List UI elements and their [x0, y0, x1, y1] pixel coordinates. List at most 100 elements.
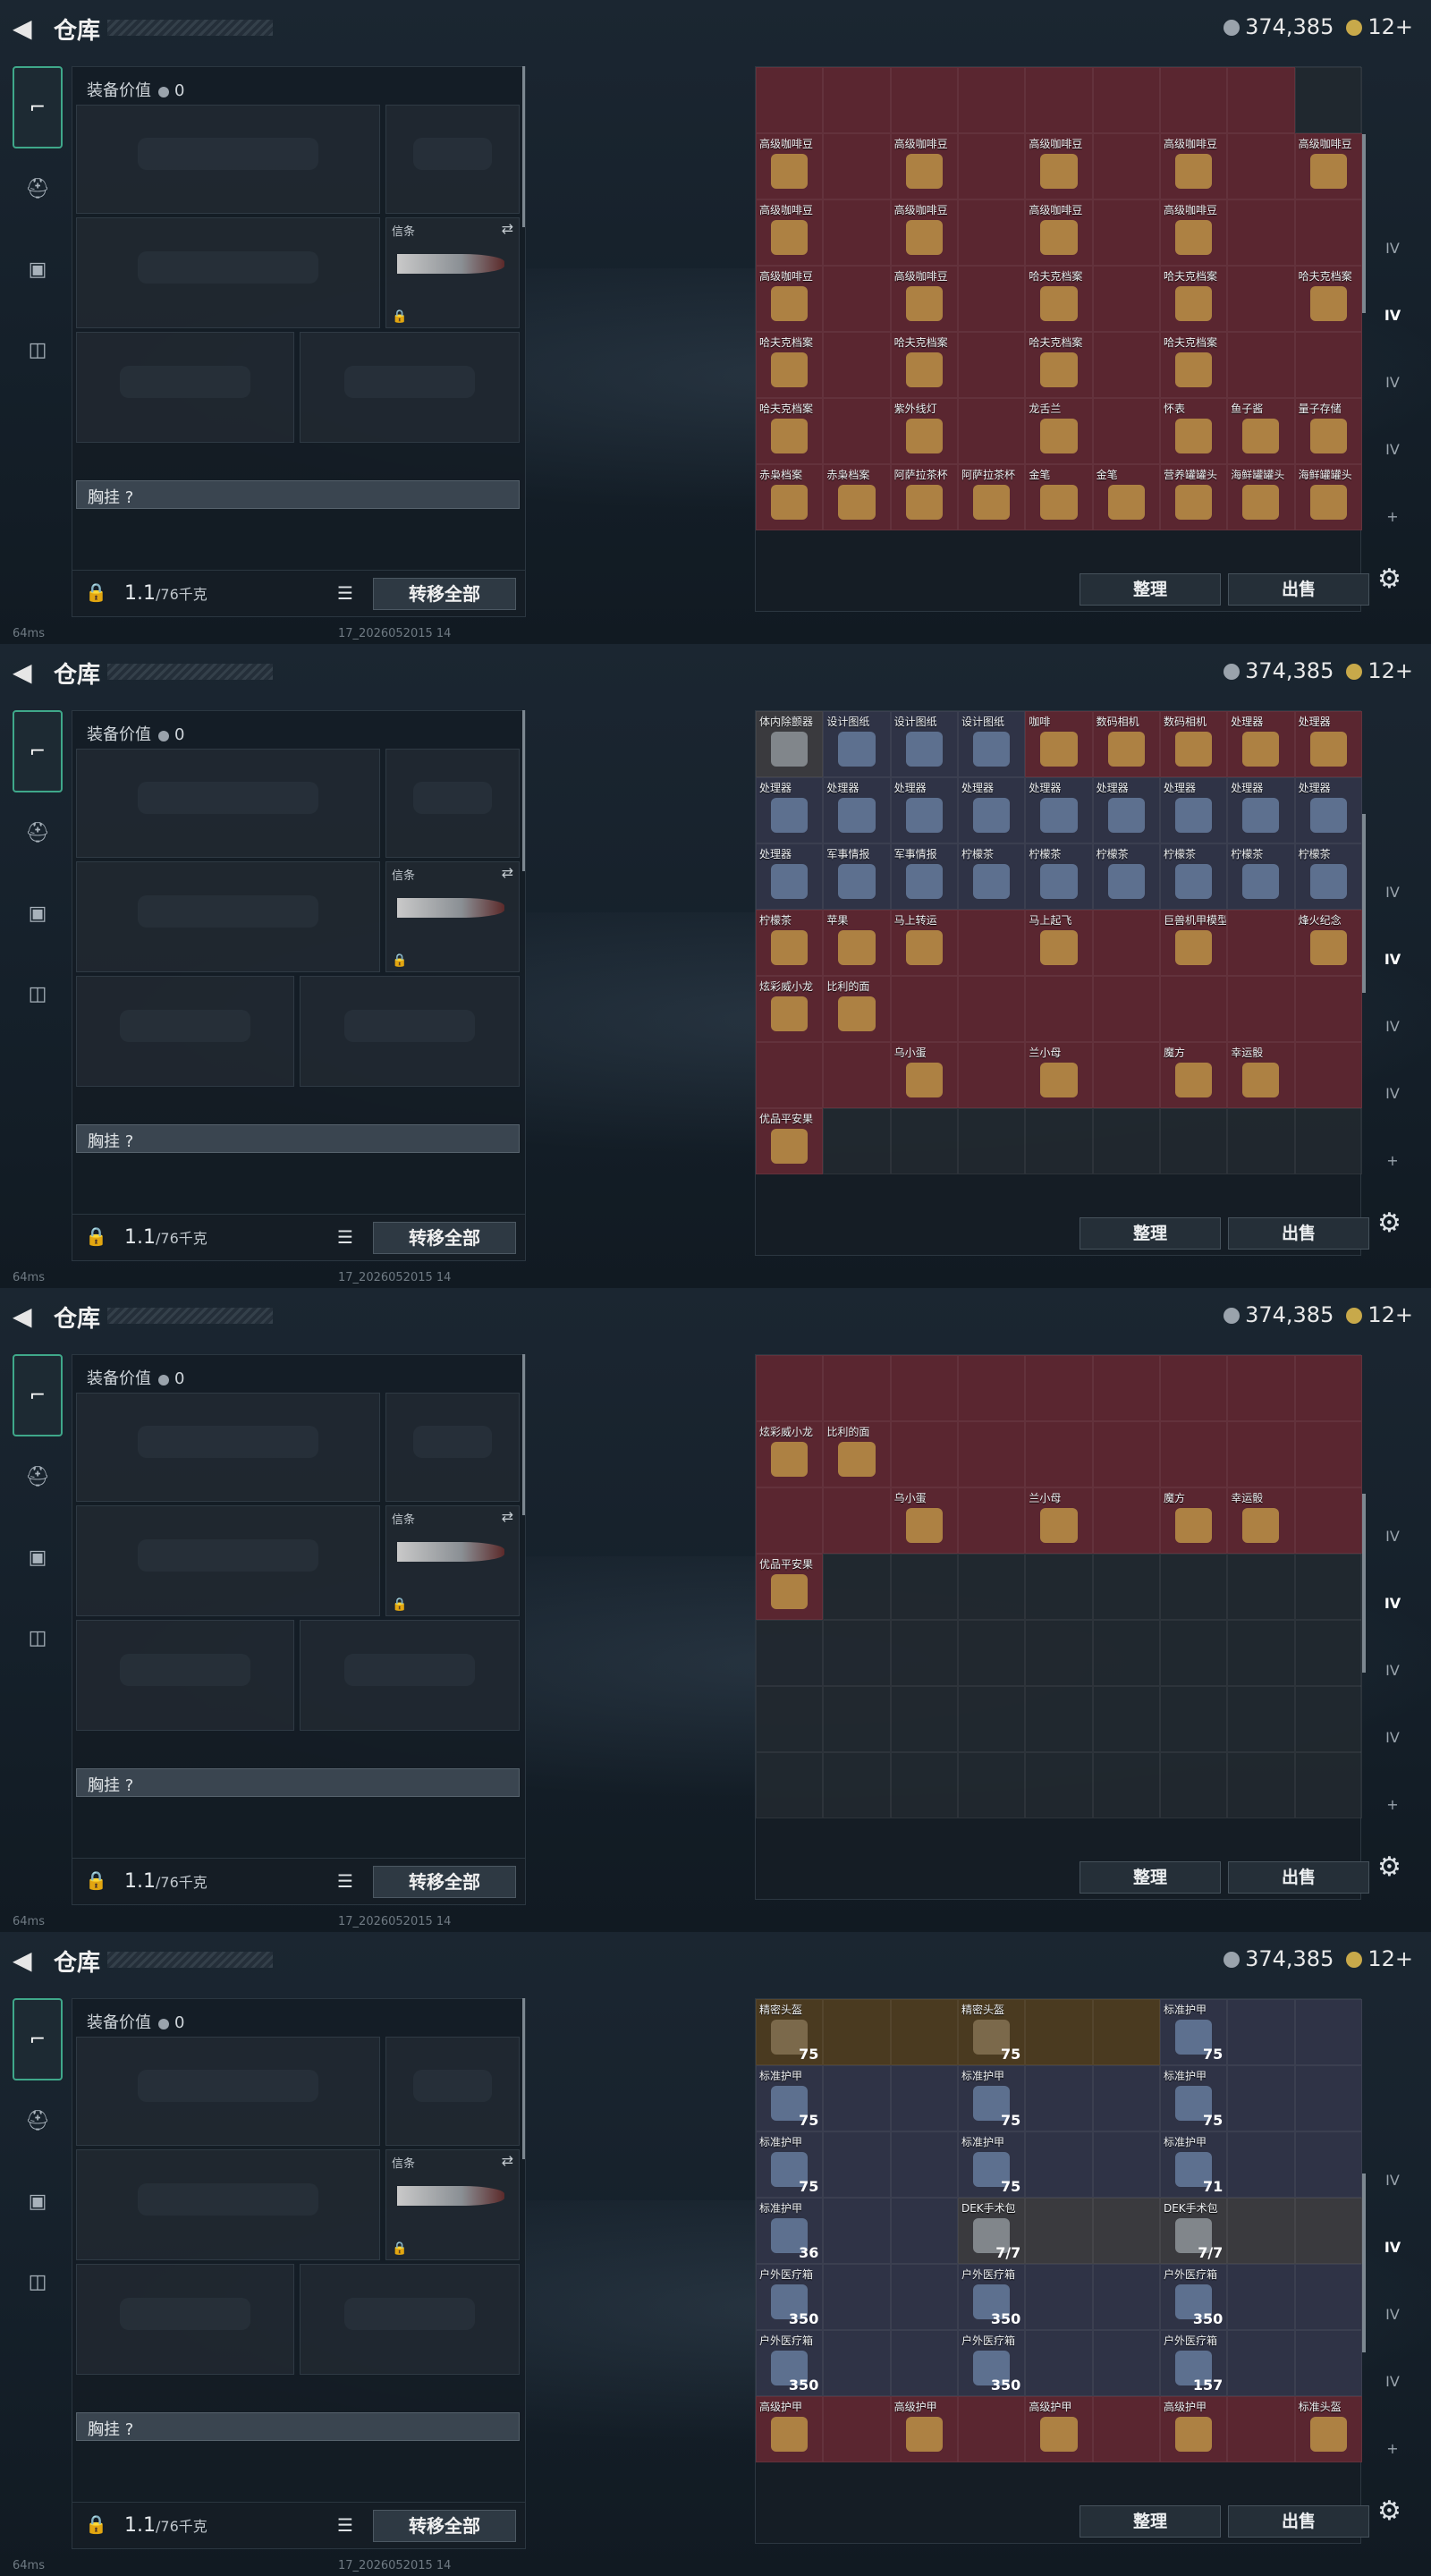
- stash-item[interactable]: 处理器: [823, 777, 891, 843]
- stash-item[interactable]: 兰小母: [1025, 1487, 1093, 1554]
- stash-item[interactable]: 柠檬茶: [957, 843, 1026, 910]
- stash-item[interactable]: 苹果: [823, 910, 891, 976]
- stash-item[interactable]: 赤枭档案: [823, 464, 891, 530]
- stash-item[interactable]: 处理器: [1294, 711, 1362, 777]
- tab-backpack[interactable]: ▣: [13, 1517, 63, 1597]
- stash-item[interactable]: 设计图纸: [823, 711, 891, 777]
- currency-gold[interactable]: 12+: [1346, 658, 1413, 683]
- stash-item[interactable]: 哈夫克档案: [756, 398, 824, 464]
- armor-slot[interactable]: [300, 332, 520, 443]
- storage-tab[interactable]: +: [1370, 1127, 1415, 1194]
- storage-tab[interactable]: IV: [1370, 2147, 1415, 2214]
- stash-item[interactable]: 高级咖啡豆: [756, 133, 824, 199]
- storage-tab[interactable]: +: [1370, 483, 1415, 550]
- stash-item[interactable]: 标准护甲 36: [756, 2198, 824, 2264]
- stash-item[interactable]: 户外医疗箱 350: [756, 2330, 824, 2396]
- stash-item[interactable]: 户外医疗箱 157: [1159, 2330, 1228, 2396]
- chest-rig-slot[interactable]: 胸挂 ?: [76, 1124, 520, 1153]
- list-icon[interactable]: ☰: [337, 1226, 353, 1248]
- list-icon[interactable]: ☰: [337, 2514, 353, 2536]
- pistol-slot[interactable]: [385, 749, 520, 858]
- armor-slot[interactable]: [300, 2264, 520, 2375]
- tab-briefcase[interactable]: ◫: [13, 1597, 63, 1678]
- stash-item[interactable]: 赤枭档案: [756, 464, 824, 530]
- stash-item[interactable]: 炫彩威小龙: [756, 976, 824, 1042]
- stash-item[interactable]: 高级护甲: [756, 2396, 824, 2462]
- stash-item[interactable]: 处理器: [1025, 777, 1093, 843]
- secondary-weapon-slot[interactable]: [76, 2149, 380, 2260]
- stash-item[interactable]: 哈夫克档案: [1025, 332, 1093, 398]
- stash-item[interactable]: 幸运骰: [1227, 1487, 1295, 1554]
- storage-tab[interactable]: IV: [1370, 2281, 1415, 2348]
- storage-tab[interactable]: +: [1370, 1771, 1415, 1838]
- stash-item[interactable]: 高级咖啡豆: [890, 133, 958, 199]
- sort-button[interactable]: 整理: [1080, 2505, 1221, 2538]
- stash-item[interactable]: 魔方: [1159, 1487, 1228, 1554]
- tab-helmet[interactable]: ⛑: [13, 148, 63, 229]
- storage-tab[interactable]: [1370, 792, 1415, 859]
- transfer-all-button[interactable]: 转移全部: [373, 578, 516, 610]
- storage-tab[interactable]: IV: [1370, 926, 1415, 993]
- stash-item[interactable]: 烽火纪念: [1294, 910, 1362, 976]
- stash-item[interactable]: 柠檬茶: [1294, 843, 1362, 910]
- stash-item[interactable]: 户外医疗箱 350: [756, 2264, 824, 2330]
- tab-gun[interactable]: ⌐: [13, 1354, 63, 1436]
- lock-icon[interactable]: 🔒: [85, 1869, 107, 1891]
- stash-item[interactable]: 处理器: [957, 777, 1026, 843]
- transfer-all-button[interactable]: 转移全部: [373, 1866, 516, 1898]
- swap-icon[interactable]: ⇄: [502, 220, 513, 237]
- stash-item[interactable]: 处理器: [1159, 777, 1228, 843]
- stash-item[interactable]: 标准护甲 75: [756, 2065, 824, 2131]
- equipment-scrollbar[interactable]: [522, 1354, 525, 1515]
- storage-tab[interactable]: [1370, 2012, 1415, 2080]
- settings-gear-icon[interactable]: ⚙: [1377, 564, 1401, 595]
- storage-tab[interactable]: IV: [1370, 416, 1415, 483]
- stash-item[interactable]: 军事情报: [823, 843, 891, 910]
- stash-item[interactable]: 标准护甲 75: [957, 2131, 1026, 2198]
- stash-item[interactable]: 处理器: [1092, 777, 1160, 843]
- helmet-slot[interactable]: [76, 2264, 294, 2375]
- stash-item[interactable]: DEK手术包 7/7: [1159, 2198, 1228, 2264]
- stash-item[interactable]: 优品平安果: [756, 1108, 824, 1174]
- tab-backpack[interactable]: ▣: [13, 2161, 63, 2241]
- storage-tab[interactable]: IV: [1370, 859, 1415, 926]
- stash-item[interactable]: 龙舌兰: [1025, 398, 1093, 464]
- chest-rig-slot[interactable]: 胸挂 ?: [76, 480, 520, 509]
- tab-gun[interactable]: ⌐: [13, 710, 63, 792]
- chest-rig-slot[interactable]: 胸挂 ?: [76, 2412, 520, 2441]
- tab-briefcase[interactable]: ◫: [13, 953, 63, 1034]
- stash-item[interactable]: 咖啡: [1025, 711, 1093, 777]
- swap-icon[interactable]: ⇄: [502, 2152, 513, 2169]
- stash-item[interactable]: 高级咖啡豆: [1159, 133, 1228, 199]
- pistol-slot[interactable]: [385, 1393, 520, 1502]
- stash-item[interactable]: 营养罐罐头: [1159, 464, 1228, 530]
- tab-briefcase[interactable]: ◫: [13, 2241, 63, 2322]
- stash-item[interactable]: 阿萨拉茶杯: [957, 464, 1026, 530]
- melee-slot[interactable]: 信条 ⇄ 🔒: [385, 2149, 520, 2260]
- currency-gold[interactable]: 12+: [1346, 1302, 1413, 1327]
- tab-helmet[interactable]: ⛑: [13, 2080, 63, 2161]
- back-button[interactable]: ◀: [13, 660, 38, 685]
- pistol-slot[interactable]: [385, 2037, 520, 2146]
- stash-item[interactable]: 处理器: [890, 777, 958, 843]
- stash-item[interactable]: 海鲜罐罐头: [1294, 464, 1362, 530]
- storage-tab[interactable]: [1370, 2080, 1415, 2147]
- stash-item[interactable]: 兰小母: [1025, 1042, 1093, 1108]
- stash-item[interactable]: 柠檬茶: [756, 910, 824, 976]
- stash-item[interactable]: 乌小蛋: [890, 1487, 958, 1554]
- storage-tab[interactable]: +: [1370, 2415, 1415, 2482]
- chest-rig-slot[interactable]: 胸挂 ?: [76, 1768, 520, 1797]
- back-button[interactable]: ◀: [13, 16, 38, 41]
- settings-gear-icon[interactable]: ⚙: [1377, 1208, 1401, 1239]
- stash-scrollbar[interactable]: [1362, 1494, 1366, 1673]
- currency-gold[interactable]: 12+: [1346, 1946, 1413, 1971]
- stash-item[interactable]: 标准护甲 75: [957, 2065, 1026, 2131]
- transfer-all-button[interactable]: 转移全部: [373, 1222, 516, 1254]
- stash-item[interactable]: 哈夫克档案: [1159, 266, 1228, 332]
- transfer-all-button[interactable]: 转移全部: [373, 2510, 516, 2542]
- stash-item[interactable]: 高级咖啡豆: [1025, 199, 1093, 266]
- stash-item[interactable]: 标准护甲 75: [756, 2131, 824, 2198]
- stash-item[interactable]: 高级咖啡豆: [890, 266, 958, 332]
- sell-button[interactable]: 出售: [1228, 573, 1369, 606]
- swap-icon[interactable]: ⇄: [502, 864, 513, 881]
